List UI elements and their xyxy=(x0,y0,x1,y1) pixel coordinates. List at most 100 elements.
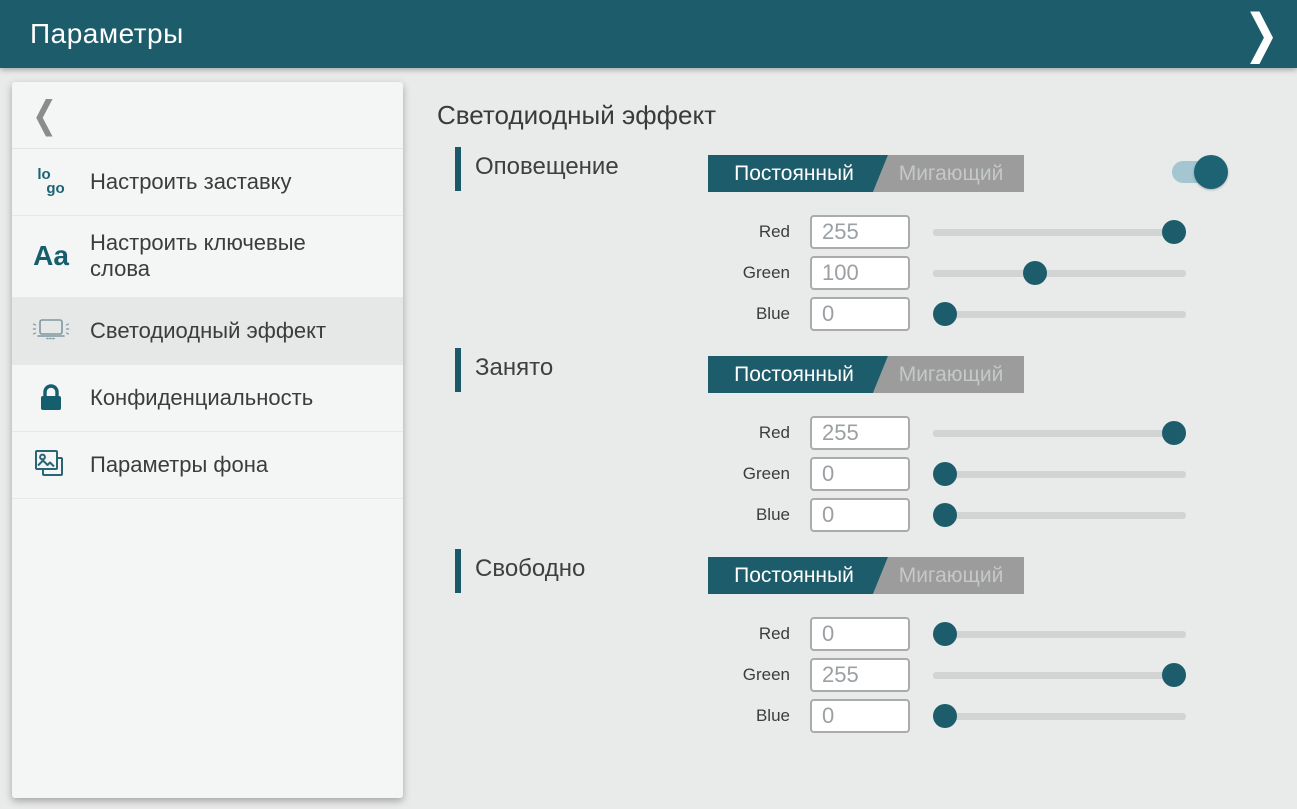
blue-row: Blue xyxy=(437,297,1297,331)
back-chevron-icon: ❮ xyxy=(32,93,57,137)
blue-row: Blue xyxy=(437,699,1297,733)
blue-row: Blue xyxy=(437,498,1297,532)
settings-sidebar: ❮ logo Настроить заставку Aa Настроить к… xyxy=(12,82,403,798)
sidebar-item-background[interactable]: Параметры фона xyxy=(12,432,403,499)
sidebar-item-label: Настроить заставку xyxy=(90,155,302,209)
rgb-controls: Red Green Blue xyxy=(437,617,1297,740)
red-row: Red xyxy=(437,215,1297,249)
sidebar-item-label: Настроить ключевые слова xyxy=(90,216,360,297)
mode-solid-button[interactable]: Постоянный xyxy=(708,557,888,594)
slider-track xyxy=(933,512,1186,519)
red-label: Red xyxy=(690,222,790,242)
slider-track xyxy=(933,713,1186,720)
section-accent-bar xyxy=(455,549,461,593)
mode-blinking-label: Мигающий xyxy=(899,564,1004,588)
rgb-controls: Red Green Blue xyxy=(437,416,1297,539)
mode-solid-button[interactable]: Постоянный xyxy=(708,155,888,192)
slider-track xyxy=(933,631,1186,638)
mode-solid-label: Постоянный xyxy=(734,564,854,588)
green-slider[interactable] xyxy=(933,658,1186,692)
sidebar-item-keywords[interactable]: Aa Настроить ключевые слова xyxy=(12,216,403,298)
blue-label: Blue xyxy=(690,505,790,525)
slider-thumb[interactable] xyxy=(1162,220,1186,244)
sidebar-item-label: Параметры фона xyxy=(90,438,278,492)
sidebar-item-splash-screen[interactable]: logo Настроить заставку xyxy=(12,149,403,216)
mode-blinking-button[interactable]: Мигающий xyxy=(866,155,1024,192)
red-input[interactable] xyxy=(810,617,910,651)
slider-thumb[interactable] xyxy=(933,302,957,326)
slider-track xyxy=(933,229,1186,236)
slider-thumb[interactable] xyxy=(1162,663,1186,687)
green-row: Green xyxy=(437,256,1297,290)
green-label: Green xyxy=(690,665,790,685)
app-header: Параметры ❯ xyxy=(0,0,1297,68)
red-row: Red xyxy=(437,617,1297,651)
blue-slider[interactable] xyxy=(933,699,1186,733)
green-slider[interactable] xyxy=(933,256,1186,290)
sidebar-item-privacy[interactable]: Конфиденциальность xyxy=(12,365,403,432)
red-label: Red xyxy=(690,423,790,443)
slider-thumb[interactable] xyxy=(933,462,957,486)
slider-track xyxy=(933,471,1186,478)
green-row: Green xyxy=(437,457,1297,491)
forward-chevron-icon[interactable]: ❯ xyxy=(1244,8,1279,61)
rgb-controls: Red Green Blue xyxy=(437,215,1297,338)
mode-blinking-button[interactable]: Мигающий xyxy=(866,557,1024,594)
mode-blinking-label: Мигающий xyxy=(899,363,1004,387)
mode-segmented-control: Мигающий Постоянный xyxy=(708,155,1024,192)
slider-track xyxy=(933,270,1186,277)
green-slider[interactable] xyxy=(933,457,1186,491)
logo-icon: logo xyxy=(12,168,90,197)
slider-thumb[interactable] xyxy=(933,704,957,728)
red-input[interactable] xyxy=(810,416,910,450)
lock-icon xyxy=(12,382,90,414)
section-notification: Оповещение Мигающий Постоянный Red Green xyxy=(437,147,1297,337)
mode-blinking-button[interactable]: Мигающий xyxy=(866,356,1024,393)
section-title: Свободно xyxy=(475,555,585,583)
slider-track xyxy=(933,311,1186,318)
sidebar-item-label: Конфиденциальность xyxy=(90,371,323,425)
green-input[interactable] xyxy=(810,256,910,290)
section-busy: Занято Мигающий Постоянный Red Green B xyxy=(437,348,1297,538)
sidebar-item-label: Светодиодный эффект xyxy=(90,304,336,358)
red-row: Red xyxy=(437,416,1297,450)
mode-solid-button[interactable]: Постоянный xyxy=(708,356,888,393)
slider-thumb[interactable] xyxy=(933,622,957,646)
blue-slider[interactable] xyxy=(933,297,1186,331)
sidebar-item-led-effect[interactable]: Светодиодный эффект xyxy=(12,298,403,365)
section-title: Занято xyxy=(475,354,553,382)
slider-track xyxy=(933,430,1186,437)
slider-thumb[interactable] xyxy=(1023,261,1047,285)
section-title: Оповещение xyxy=(475,153,619,181)
slider-thumb[interactable] xyxy=(1162,421,1186,445)
green-input[interactable] xyxy=(810,457,910,491)
section-accent-bar xyxy=(455,348,461,392)
section-free: Свободно Мигающий Постоянный Red Green xyxy=(437,549,1297,739)
red-input[interactable] xyxy=(810,215,910,249)
mode-segmented-control: Мигающий Постоянный xyxy=(708,356,1024,393)
mode-blinking-label: Мигающий xyxy=(899,162,1004,186)
section-accent-bar xyxy=(455,147,461,191)
green-label: Green xyxy=(690,263,790,283)
blue-slider[interactable] xyxy=(933,498,1186,532)
red-slider[interactable] xyxy=(933,215,1186,249)
red-slider[interactable] xyxy=(933,416,1186,450)
sidebar-back-button[interactable]: ❮ xyxy=(12,82,403,149)
switch-thumb xyxy=(1194,155,1228,189)
green-input[interactable] xyxy=(810,658,910,692)
blue-label: Blue xyxy=(690,706,790,726)
notification-enabled-switch[interactable] xyxy=(1172,161,1224,183)
mode-solid-label: Постоянный xyxy=(734,162,854,186)
red-slider[interactable] xyxy=(933,617,1186,651)
led-screen-icon xyxy=(12,316,90,346)
slider-thumb[interactable] xyxy=(933,503,957,527)
blue-input[interactable] xyxy=(810,498,910,532)
red-label: Red xyxy=(690,624,790,644)
images-icon xyxy=(12,448,90,482)
blue-input[interactable] xyxy=(810,297,910,331)
Aa-icon: Aa xyxy=(12,242,90,270)
green-label: Green xyxy=(690,464,790,484)
blue-input[interactable] xyxy=(810,699,910,733)
app-title: Параметры xyxy=(30,18,184,50)
slider-track xyxy=(933,672,1186,679)
